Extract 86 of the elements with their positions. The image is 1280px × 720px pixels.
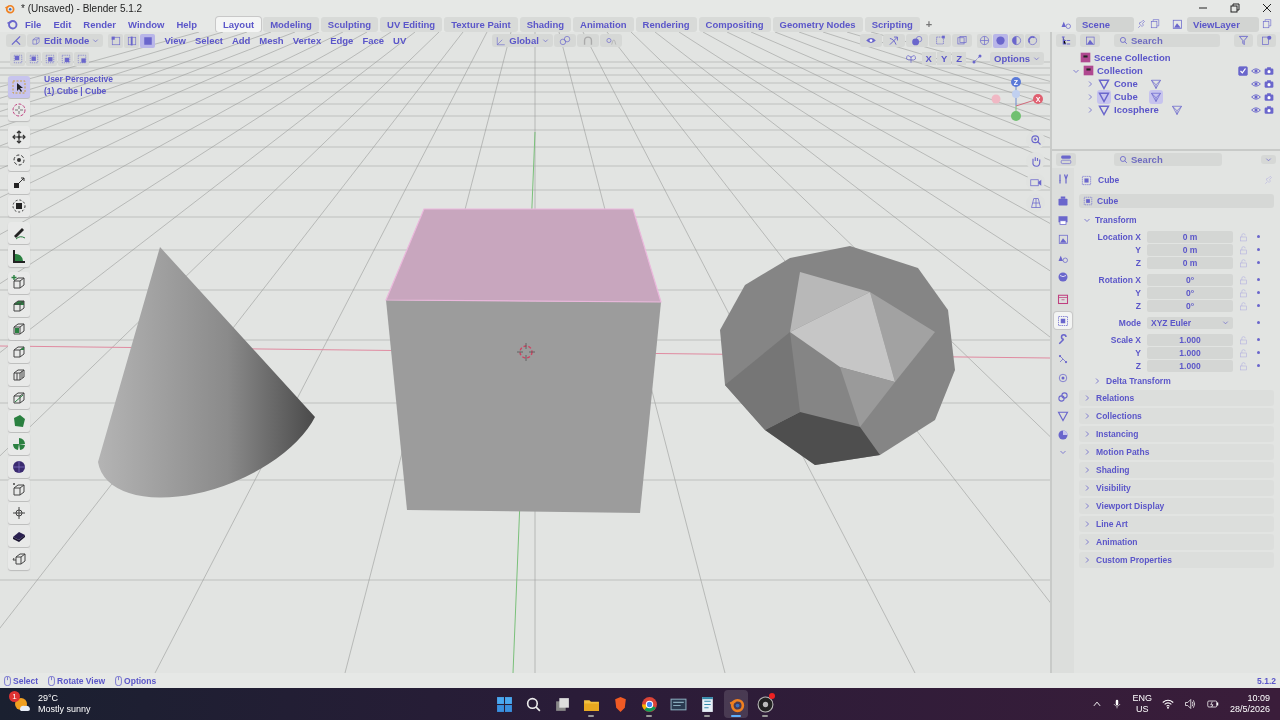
panel-header[interactable]: Collections	[1079, 408, 1274, 424]
number-field[interactable]: 1.000	[1147, 346, 1233, 359]
status-hint: Rotate View	[48, 675, 106, 686]
field-label: Z	[1134, 300, 1141, 311]
workspace-tab[interactable]: Modeling	[263, 16, 319, 32]
language-text[interactable]: ENG	[1132, 693, 1152, 704]
tree-item[interactable]: Cone	[1114, 78, 1138, 89]
field-label: Mode	[1117, 317, 1141, 328]
panel-header[interactable]: Relations	[1079, 390, 1274, 406]
orientation-dropdown[interactable]: Global	[492, 34, 553, 47]
add-workspace-button[interactable]: +	[921, 18, 937, 30]
options-dropdown[interactable]: Options	[990, 52, 1044, 65]
clock-time[interactable]: 10:09	[1247, 693, 1270, 704]
menu-item[interactable]: Help	[171, 17, 202, 31]
tree-item[interactable]: Cube	[1114, 91, 1138, 102]
object-name-field[interactable]: Cube	[1079, 194, 1274, 208]
workspace-tab[interactable]: Scripting	[864, 16, 920, 32]
number-field[interactable]: 1.000	[1147, 333, 1233, 346]
viewport-info-text: User Perspective	[44, 73, 113, 85]
panel-header[interactable]: Animation	[1079, 534, 1274, 550]
field-label: Z	[1134, 360, 1141, 371]
panel-header[interactable]: Custom Properties	[1079, 552, 1274, 568]
scene-selector[interactable]: Scene	[1076, 16, 1134, 32]
field-label: Scale X	[1109, 334, 1141, 345]
search-field[interactable]: Search	[1114, 34, 1220, 47]
panel-header[interactable]: Instancing	[1079, 426, 1274, 442]
clock-date[interactable]: 28/5/2026	[1229, 704, 1270, 715]
mode-dropdown[interactable]: XYZ Euler	[1147, 316, 1233, 329]
number-field[interactable]: 0 m	[1147, 230, 1233, 243]
menu-item[interactable]: File	[20, 17, 47, 31]
number-field[interactable]: 0°	[1147, 286, 1233, 299]
workspace-tab[interactable]: Layout	[216, 16, 262, 32]
field-label: Y	[1134, 287, 1141, 298]
panel-header[interactable]: Shading	[1079, 462, 1274, 478]
workspace-tab[interactable]: Animation	[573, 16, 634, 32]
region-text[interactable]: US	[1135, 704, 1149, 715]
search-field[interactable]: Search	[1114, 153, 1222, 166]
status-hint: Select	[4, 675, 39, 686]
workspace-tab[interactable]: Geometry Nodes	[772, 16, 863, 32]
weather-text: Mostly sunny	[38, 704, 91, 715]
status-hint: Options	[115, 675, 157, 686]
window-title: * (Unsaved) - Blender 5.1.2	[21, 2, 143, 14]
panel-header[interactable]: Motion Paths	[1079, 444, 1274, 460]
menu-item[interactable]: Vertex	[288, 34, 326, 47]
number-field[interactable]: 0°	[1147, 273, 1233, 286]
menu-item[interactable]: Select	[190, 34, 227, 47]
workspace-tab[interactable]: Texture Paint	[444, 16, 518, 32]
menu-item[interactable]: UV	[389, 34, 411, 47]
mode-dropdown[interactable]: Edit Mode	[27, 34, 104, 47]
mirror-axis-toggle[interactable]: Z	[952, 52, 967, 65]
menu-item[interactable]: Render	[78, 17, 122, 31]
panel-header[interactable]: Visibility	[1079, 480, 1274, 496]
number-field[interactable]: 1.000	[1147, 359, 1233, 372]
menu-item[interactable]: Window	[123, 17, 170, 31]
subpanel-header[interactable]: Delta Transform	[1106, 376, 1171, 386]
menu-item[interactable]: View	[160, 34, 190, 47]
workspace-tab[interactable]: Sculpting	[320, 16, 379, 32]
view-layer-selector[interactable]: ViewLayer	[1187, 16, 1259, 32]
notification-badge: 1	[9, 691, 20, 702]
number-field[interactable]: 0 m	[1147, 256, 1233, 269]
panel-header[interactable]: Line Art	[1079, 516, 1274, 532]
tree-item[interactable]: Icosphere	[1114, 104, 1159, 115]
field-label: Y	[1134, 347, 1141, 358]
workspace-tab[interactable]: Rendering	[635, 16, 697, 32]
panel-header[interactable]: Viewport Display	[1079, 498, 1274, 514]
menu-item[interactable]: Edge	[326, 34, 358, 47]
number-field[interactable]: 0 m	[1147, 243, 1233, 256]
menu-item[interactable]: Add	[227, 34, 255, 47]
panel-header[interactable]: Transform	[1095, 215, 1137, 225]
context-label: Cube	[1098, 175, 1120, 185]
workspace-tab[interactable]: Shading	[519, 16, 572, 32]
tree-item[interactable]: Collection	[1097, 65, 1143, 76]
version-label: 5.1.2	[1257, 675, 1276, 686]
number-field[interactable]: 0°	[1147, 299, 1233, 312]
field-label: Z	[1134, 257, 1141, 268]
menu-item[interactable]: Edit	[48, 17, 77, 31]
temperature-text: 29°C	[38, 693, 60, 704]
workspace-tab[interactable]: UV Editing	[380, 16, 443, 32]
menu-item[interactable]: Mesh	[255, 34, 288, 47]
field-label: Y	[1134, 244, 1141, 255]
field-label: Rotation X	[1097, 274, 1141, 285]
workspace-tab[interactable]: Compositing	[698, 16, 771, 32]
viewport-info-text: (1) Cube | Cube	[44, 85, 108, 97]
field-label: Location X	[1096, 231, 1141, 242]
menu-item[interactable]: Face	[358, 34, 389, 47]
tree-item[interactable]: Scene Collection	[1094, 52, 1171, 63]
